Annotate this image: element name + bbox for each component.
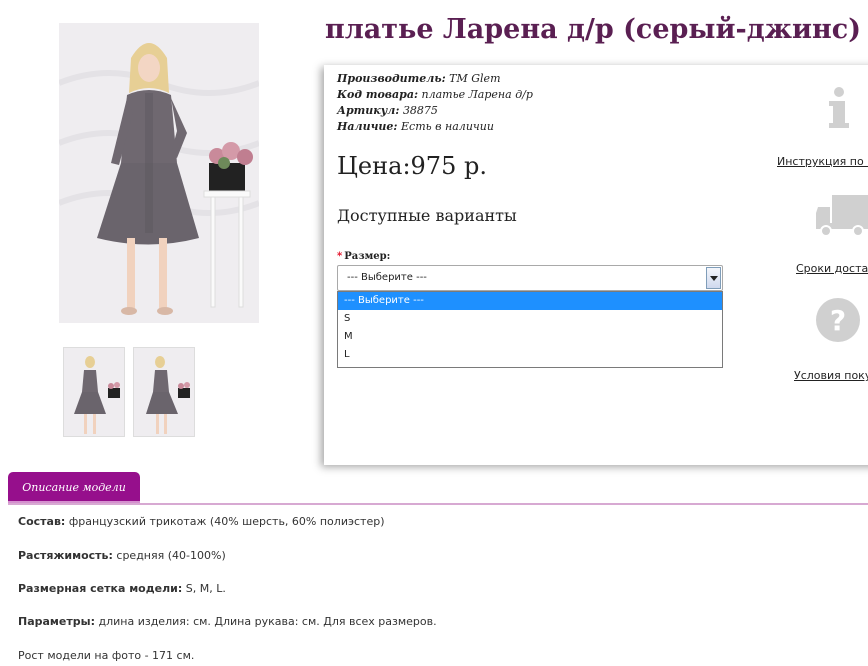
required-mark: *	[337, 251, 343, 262]
chevron-down-icon[interactable]	[706, 267, 721, 289]
tab-underline	[8, 503, 868, 505]
size-option-s[interactable]: S	[338, 310, 722, 328]
size-option-placeholder[interactable]: --- Выберите ---	[338, 292, 722, 310]
thumbnail-front-image	[64, 348, 124, 436]
stretch-value: средняя (40-100%)	[116, 549, 226, 562]
info-icon	[829, 87, 849, 128]
size-grid-value: S, M, L.	[185, 582, 226, 595]
stretch-row: Растяжимость: средняя (40-100%)	[18, 549, 226, 562]
delivery-truck-icon	[816, 195, 868, 237]
parameters-value: длина изделия: см. Длина рукава: см. Для…	[98, 615, 437, 628]
composition-label: Состав:	[18, 515, 66, 528]
size-option-l[interactable]: L	[338, 346, 722, 364]
size-grid-label: Размерная сетка модели:	[18, 582, 183, 595]
manufacturer-value[interactable]: TM Glem	[449, 72, 500, 85]
product-meta: Производитель: TM Glem Код товара: плать…	[337, 71, 533, 135]
model-height-row: Рост модели на фото - 171 см.	[18, 649, 195, 662]
size-label-text: Размер:	[344, 251, 391, 262]
size-label: * Размер:	[337, 251, 390, 262]
stretch-label: Растяжимость:	[18, 549, 113, 562]
availability-row: Наличие: Есть в наличии	[337, 119, 533, 135]
composition-value: французский трикотаж (40% шерсть, 60% по…	[68, 515, 385, 528]
availability-value: Есть в наличии	[401, 120, 494, 133]
product-code-label: Код товара:	[337, 88, 419, 101]
product-thumbnail-1[interactable]	[63, 347, 125, 437]
purchase-terms-link[interactable]: Условия покуп	[794, 369, 868, 382]
svg-text:?: ?	[830, 304, 846, 337]
manufacturer-row: Производитель: TM Glem	[337, 71, 533, 87]
size-option-m[interactable]: M	[338, 328, 722, 346]
availability-label: Наличие:	[337, 120, 398, 133]
dress-photo-illustration	[59, 23, 259, 323]
size-dropdown-list: --- Выберите --- S M L	[337, 291, 723, 368]
parameters-label: Параметры:	[18, 615, 95, 628]
product-title: платье Ларена д/р (серый-джинс)	[325, 14, 861, 45]
product-main-image[interactable]	[59, 23, 259, 323]
size-select-value: --- Выберите ---	[347, 272, 427, 283]
product-thumbnail-2[interactable]	[133, 347, 195, 437]
product-info-panel: Производитель: TM Glem Код товара: плать…	[324, 65, 868, 465]
article-value: 38875	[402, 104, 438, 117]
tab-description[interactable]: Описание модели	[8, 472, 140, 504]
composition-row: Состав: французский трикотаж (40% шерсть…	[18, 515, 385, 528]
article-label: Артикул:	[337, 104, 400, 117]
available-options-heading: Доступные варианты	[337, 206, 517, 225]
question-icon: ?	[816, 298, 860, 342]
parameters-row: Параметры: длина изделия: см. Длина рука…	[18, 615, 437, 628]
product-code-value: платье Ларена д/р	[421, 88, 533, 101]
size-grid-row: Размерная сетка модели: S, M, L.	[18, 582, 226, 595]
delivery-terms-link[interactable]: Сроки доставк	[796, 262, 868, 275]
instructions-link[interactable]: Инструкция по по	[777, 155, 868, 168]
thumbnail-side-image	[134, 348, 194, 436]
article-row: Артикул: 38875	[337, 103, 533, 119]
product-code-row: Код товара: платье Ларена д/р	[337, 87, 533, 103]
size-select[interactable]: --- Выберите ---	[337, 265, 723, 291]
product-price: Цена:975 р.	[337, 152, 487, 180]
manufacturer-label: Производитель:	[337, 72, 446, 85]
